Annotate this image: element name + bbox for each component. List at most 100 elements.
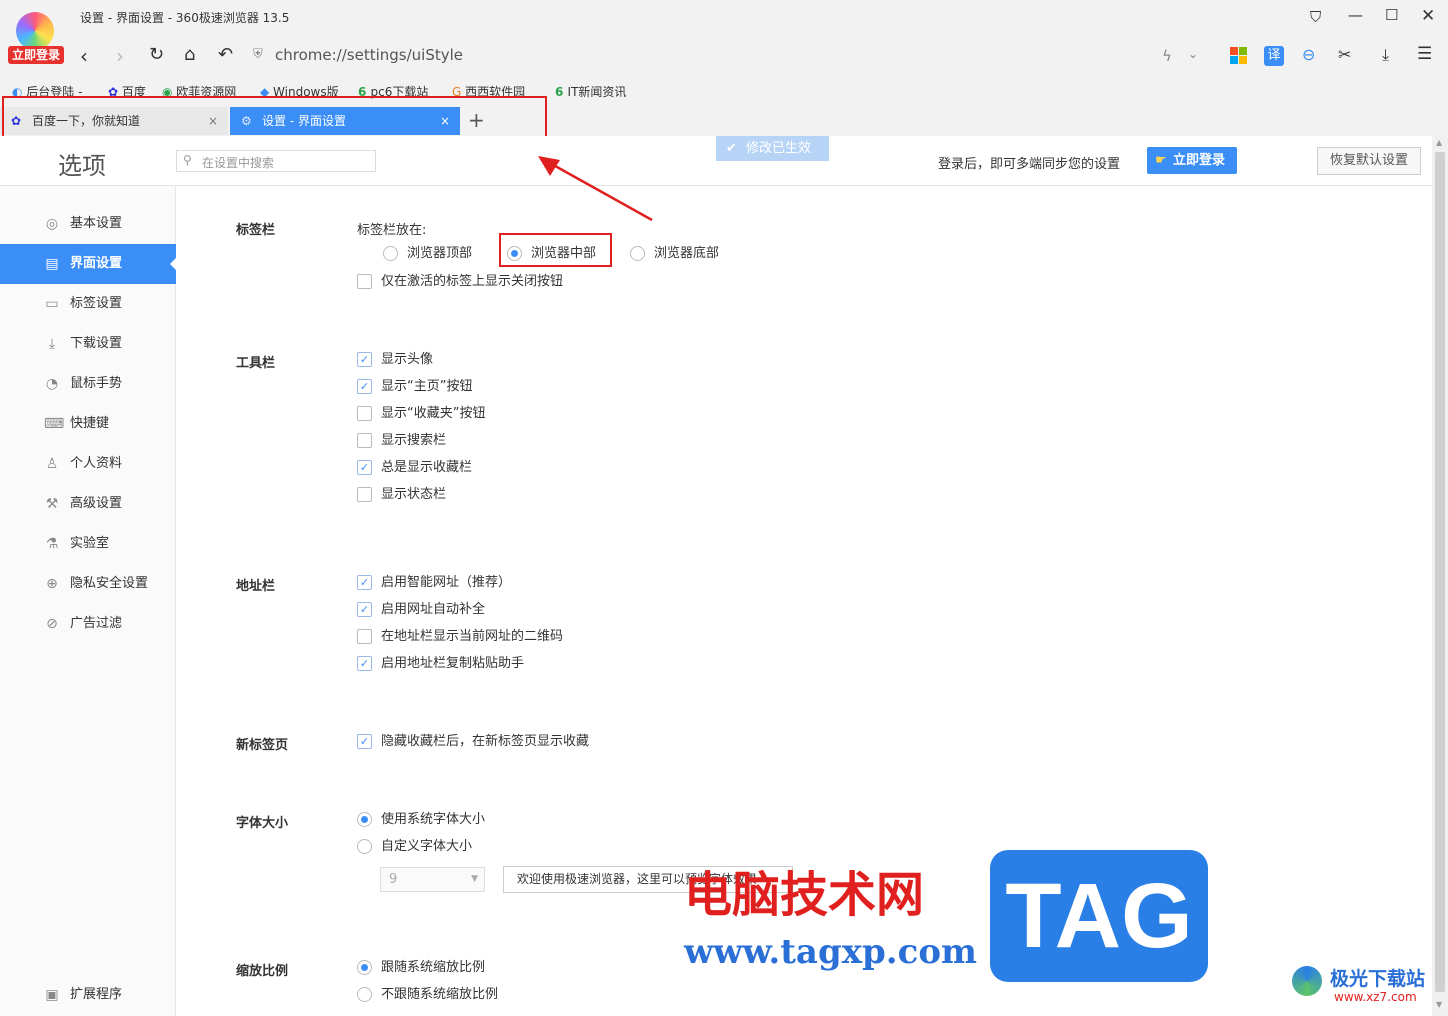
window-title: 设置 - 界面设置 - 360极速浏览器 13.5 [80, 11, 290, 25]
checkbox-show-statusbar[interactable]: 显示状态栏 [357, 486, 446, 504]
radio-button[interactable] [383, 246, 398, 261]
apps-icon[interactable] [1230, 47, 1247, 64]
page-title: 选项 [58, 152, 106, 180]
tab-icon: ▭ [45, 296, 59, 312]
check-icon: ✔ [726, 141, 737, 156]
checkbox-smart-url[interactable]: ✓ 启用智能网址（推荐） [357, 574, 511, 592]
checkbox[interactable]: ✓ [357, 379, 372, 394]
scrollbar[interactable]: ▲ ▼ [1432, 136, 1448, 1016]
minimize-button[interactable]: — [1348, 6, 1363, 24]
checkbox-show-avatar[interactable]: ✓ 显示头像 [357, 351, 433, 369]
radio-button[interactable] [357, 839, 372, 854]
sidebar-item-basic[interactable]: ◎ 基本设置 [0, 204, 176, 244]
scissors-icon[interactable]: ✂ [1338, 45, 1351, 64]
checkbox-url-qrcode[interactable]: 在地址栏显示当前网址的二维码 [357, 628, 563, 646]
menu-icon[interactable]: ☰ [1417, 44, 1432, 64]
zoom-out-icon[interactable]: ⊖ [1302, 45, 1315, 64]
sidebar-item-privacy[interactable]: ⊕ 隐私安全设置 [0, 564, 176, 604]
scrollbar-thumb[interactable] [1435, 152, 1445, 992]
checkbox[interactable] [357, 406, 372, 421]
block-icon: ⊘ [46, 616, 58, 632]
radio-tabbar-bottom[interactable]: 浏览器底部 [630, 245, 719, 263]
person-icon: ♙ [45, 456, 59, 472]
checkbox-show-home[interactable]: ✓ 显示“主页”按钮 [357, 378, 472, 396]
hand-icon: ☛ [1155, 153, 1167, 168]
checkbox[interactable]: ✓ [357, 352, 372, 367]
login-badge[interactable]: 立即登录 [8, 46, 64, 64]
sidebar-item-shortcuts[interactable]: ⌨ 快捷键 [0, 404, 176, 444]
watermark-url: www.tagxp.com [684, 932, 977, 972]
reload-icon[interactable]: ↻ [149, 44, 164, 65]
section-title-address: 地址栏 [236, 579, 276, 594]
checkbox[interactable] [357, 274, 372, 289]
checkbox-always-bookmarks[interactable]: ✓ 总是显示收藏栏 [357, 459, 472, 477]
sidebar-item-lab[interactable]: ⚗ 实验室 [0, 524, 176, 564]
forward-button[interactable]: › [116, 44, 124, 68]
search-input[interactable]: ⚲ 在设置中搜索 [176, 150, 376, 172]
sidebar-item-tabs[interactable]: ▭ 标签设置 [0, 284, 176, 324]
scroll-up-icon[interactable]: ▲ [1436, 138, 1442, 147]
checkbox[interactable]: ✓ [357, 575, 372, 590]
reset-defaults-button[interactable]: 恢复默认设置 [1317, 147, 1421, 175]
checkbox-show-favorites[interactable]: 显示“收藏夹”按钮 [357, 405, 485, 423]
maximize-button[interactable]: ☐ [1385, 6, 1398, 24]
sidebar-item-profile[interactable]: ♙ 个人资料 [0, 444, 176, 484]
aurora-logo-icon [1292, 966, 1322, 996]
undo-icon[interactable]: ↶ [218, 44, 233, 65]
sidebar-item-mouse-gestures[interactable]: ◔ 鼠标手势 [0, 364, 176, 404]
wrench-icon: ⚒ [45, 496, 59, 512]
back-button[interactable]: ‹ [80, 44, 88, 68]
radio-system-font[interactable]: 使用系统字体大小 [357, 811, 485, 829]
checkbox[interactable] [357, 629, 372, 644]
login-button[interactable]: ☛ 立即登录 [1147, 147, 1237, 174]
checkbox-paste-helper[interactable]: ✓ 启用地址栏复制粘贴助手 [357, 655, 524, 673]
download-icon[interactable]: ⤓ [1382, 45, 1389, 65]
extension-icon: ▣ [45, 987, 59, 1003]
radio-button[interactable] [357, 987, 372, 1002]
settings-circle-icon: ◎ [45, 216, 59, 232]
checkbox-close-active-only[interactable]: 仅在激活的标签上显示关闭按钮 [357, 273, 563, 291]
sidebar-item-interface[interactable]: ▤ 界面设置 [0, 244, 176, 284]
sidebar-item-advanced[interactable]: ⚒ 高级设置 [0, 484, 176, 524]
flask-icon: ⚗ [45, 536, 59, 552]
shield-plus-icon: ⊕ [46, 576, 58, 592]
security-shield-icon[interactable]: ⛨ [253, 47, 263, 62]
radio-follow-system-zoom[interactable]: 跟随系统缩放比例 [357, 959, 485, 977]
checkbox[interactable] [357, 487, 372, 502]
radio-button[interactable] [357, 812, 372, 827]
download-arrow-icon: ⤓ [48, 336, 56, 352]
chevron-down-icon[interactable]: ⌄ [1188, 47, 1198, 61]
radio-button[interactable] [630, 246, 645, 261]
browser-logo[interactable]: 立即登录 [8, 8, 64, 66]
close-window-button[interactable]: ✕ [1421, 6, 1435, 26]
checkbox[interactable]: ✓ [357, 734, 372, 749]
lightning-icon[interactable]: ϟ [1162, 47, 1172, 65]
checkbox[interactable]: ✓ [357, 656, 372, 671]
active-pointer [170, 258, 176, 270]
font-size-select[interactable]: 9 ▼ [380, 867, 485, 892]
address-bar[interactable]: chrome://settings/uiStyle [275, 46, 463, 64]
sidebar: ◎ 基本设置 ▤ 界面设置 ▭ 标签设置 ⤓ 下载设置 ◔ 鼠标手势 ⌨ 快捷键 ♙ 个人资料… [0, 186, 176, 1016]
sidebar-item-adblock[interactable]: ⊘ 广告过滤 [0, 604, 176, 644]
home-icon[interactable]: ⌂ [184, 44, 195, 65]
radio-custom-font[interactable]: 自定义字体大小 [357, 838, 472, 856]
checkbox-newtab-favorites[interactable]: ✓ 隐藏收藏栏后，在新标签页显示收藏 [357, 733, 589, 751]
sidebar-item-extensions[interactable]: ▣ 扩展程序 [0, 975, 176, 1015]
radio-tabbar-top[interactable]: 浏览器顶部 [383, 245, 472, 263]
window-icon: ▤ [45, 256, 59, 272]
section-title-fontsize: 字体大小 [236, 816, 289, 831]
checkbox[interactable]: ✓ [357, 460, 372, 475]
translate-icon[interactable]: 译 [1264, 46, 1284, 66]
radio-button[interactable] [357, 960, 372, 975]
checkbox-url-autocomplete[interactable]: ✓ 启用网址自动补全 [357, 601, 485, 619]
tabbar-position-label: 标签栏放在: [357, 223, 427, 238]
checkbox[interactable] [357, 433, 372, 448]
checkbox-show-searchbar[interactable]: 显示搜索栏 [357, 432, 446, 450]
scroll-down-icon[interactable]: ▼ [1436, 1000, 1442, 1009]
checkbox[interactable]: ✓ [357, 602, 372, 617]
sidebar-item-download[interactable]: ⤓ 下载设置 [0, 324, 176, 364]
radio-no-system-zoom[interactable]: 不跟随系统缩放比例 [357, 986, 498, 1004]
bookmark-item[interactable]: 6 IT新闻资讯 [555, 83, 626, 100]
skin-icon[interactable]: ⛉ [1310, 8, 1321, 26]
section-title-tabbar: 标签栏 [236, 223, 276, 238]
